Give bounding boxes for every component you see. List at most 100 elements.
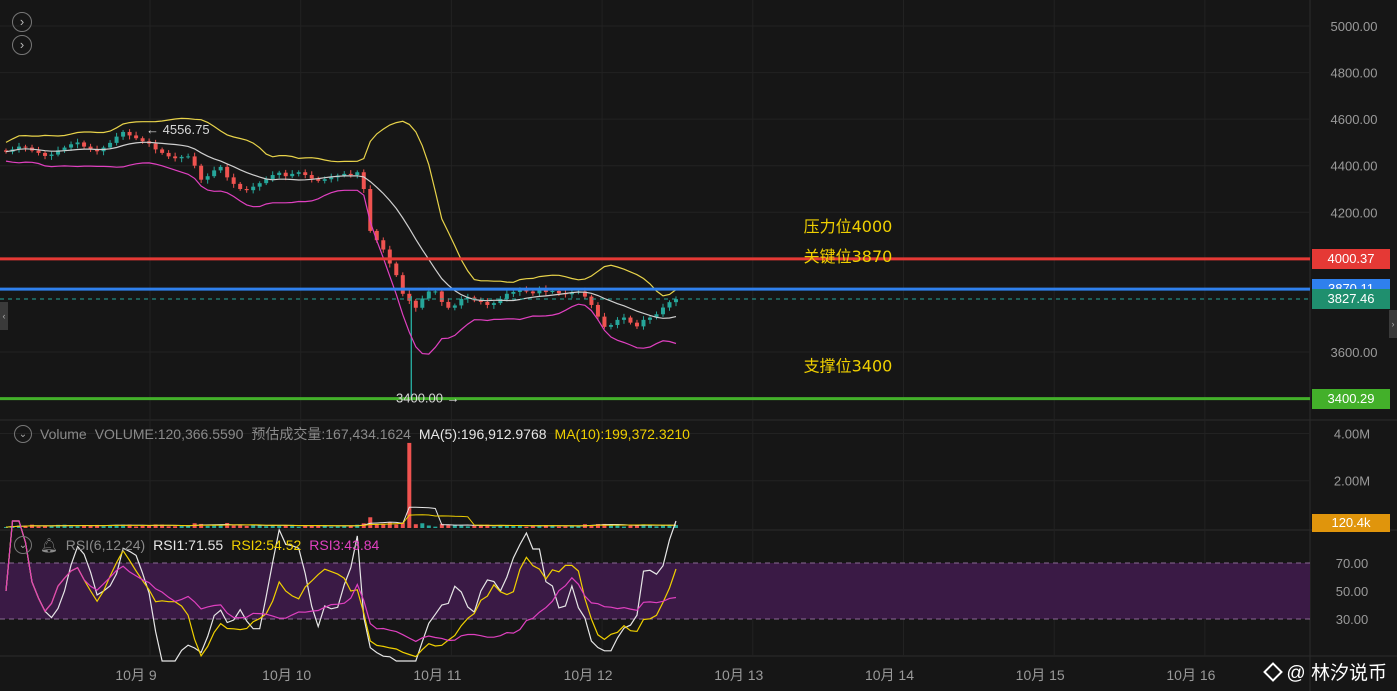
volume-bar	[628, 525, 633, 528]
y-tick-label: 4200.00	[1331, 205, 1378, 220]
volume-bar	[244, 525, 249, 528]
collapse-rsi-icon[interactable]: ⌄	[14, 536, 32, 554]
candle	[413, 300, 418, 308]
candle	[485, 301, 490, 305]
x-tick-label: 10月 9	[115, 667, 156, 683]
candle	[446, 301, 451, 308]
candle	[595, 304, 600, 317]
candle	[23, 146, 28, 148]
candle	[160, 149, 165, 153]
volume-bar	[465, 526, 470, 528]
candle	[153, 143, 158, 150]
candle	[290, 173, 295, 177]
watermark: @ 林汐说币	[1263, 658, 1387, 685]
volume-bar	[264, 526, 269, 528]
rsi2-value: RSI2:54.52	[231, 537, 302, 553]
candle	[264, 179, 269, 184]
y-tick-label: 4800.00	[1331, 66, 1378, 81]
candle	[439, 291, 444, 302]
candle	[238, 183, 243, 189]
candle	[43, 152, 48, 156]
candle	[452, 305, 457, 308]
expand-toolbar-button[interactable]: ›	[12, 12, 32, 32]
candle	[82, 142, 87, 147]
candle	[270, 175, 275, 180]
volume-bar	[654, 526, 659, 528]
candle	[231, 177, 236, 184]
rsi-band	[0, 563, 1310, 619]
candle	[674, 299, 678, 303]
y-tick-label: 3600.00	[1331, 345, 1378, 360]
candle	[218, 166, 223, 171]
volume-bar	[524, 526, 529, 528]
bollinger-mid-line	[5, 141, 677, 319]
watermark-text: @ 林汐说币	[1286, 663, 1387, 684]
x-tick-label: 10月 12	[564, 667, 613, 683]
volume-bar	[173, 526, 178, 528]
volume-bar	[270, 525, 275, 528]
volume-bar	[140, 525, 145, 528]
volume-estimate: 预估成交量:167,434.1624	[251, 426, 411, 442]
candle	[121, 131, 126, 137]
left-scroll-handle[interactable]: ‹	[0, 302, 8, 330]
candle	[634, 322, 639, 327]
candle	[615, 319, 620, 325]
volume-value: VOLUME:120,366.5590	[94, 426, 244, 442]
candle	[660, 307, 665, 315]
volume-bar	[368, 517, 373, 528]
candle	[192, 156, 197, 166]
volume-bar	[36, 526, 41, 528]
x-tick-label: 10月 11	[413, 667, 461, 683]
right-scroll-handle[interactable]: ›	[1389, 310, 1397, 338]
candle	[108, 142, 113, 148]
volume-bar	[134, 526, 139, 528]
candle	[459, 298, 464, 306]
volume-bar	[491, 526, 496, 528]
candle	[127, 131, 132, 136]
volume-bar	[277, 525, 282, 528]
price-chart[interactable]: 10月 9 10月 10 10月 11 10月 12 10月 13 10月 14 10月 1…	[0, 0, 1397, 691]
candle	[647, 317, 652, 320]
volume-bar	[179, 525, 184, 528]
candle	[628, 317, 633, 323]
candle	[49, 154, 54, 156]
candle	[166, 152, 171, 157]
rsi1-value: RSI1:71.55	[153, 537, 224, 553]
candle	[361, 172, 366, 189]
volume-ma5: MA(5):196,912.9768	[418, 426, 547, 442]
volume-bar	[459, 525, 464, 528]
rsi-bell-icon[interactable]: 🔔︎	[40, 537, 58, 554]
high-price-label: ← 4556.75	[146, 122, 210, 137]
y-tick-label: 4600.00	[1331, 112, 1378, 127]
candle	[251, 186, 256, 191]
current-price-tag: 3827.46	[1312, 289, 1390, 310]
support-price-tag: 3400.29	[1312, 388, 1390, 409]
volume-bar	[166, 526, 171, 528]
rsi-name: RSI(6,12,24)	[65, 537, 146, 553]
candle	[173, 156, 178, 159]
volume-bar	[563, 526, 568, 528]
volume-legend: ⌄ Volume VOLUME:120,366.5590 预估成交量:167,4…	[14, 424, 690, 444]
candle	[283, 172, 288, 177]
candle	[394, 263, 399, 276]
rsi3-value: RSI3:43.84	[309, 537, 380, 553]
candle	[420, 298, 425, 308]
candle	[225, 166, 230, 178]
collapse-volume-icon[interactable]: ⌄	[14, 425, 32, 443]
volume-bar	[69, 526, 74, 528]
candle	[426, 291, 431, 299]
rsi-tick-label: 70.00	[1336, 556, 1369, 571]
volume-bar	[608, 525, 613, 528]
candle	[140, 138, 145, 142]
x-tick-label: 10月 13	[714, 667, 763, 683]
candle	[381, 240, 386, 250]
candle	[511, 291, 516, 294]
candle	[69, 144, 74, 148]
candle	[75, 142, 80, 145]
volume-bar	[433, 526, 438, 528]
expand-panel-button[interactable]: ›	[12, 35, 32, 55]
level-annotation: 支撑位3400	[804, 357, 893, 376]
candle	[199, 165, 204, 180]
x-tick-label: 10月 15	[1016, 667, 1065, 683]
candle	[608, 324, 613, 327]
